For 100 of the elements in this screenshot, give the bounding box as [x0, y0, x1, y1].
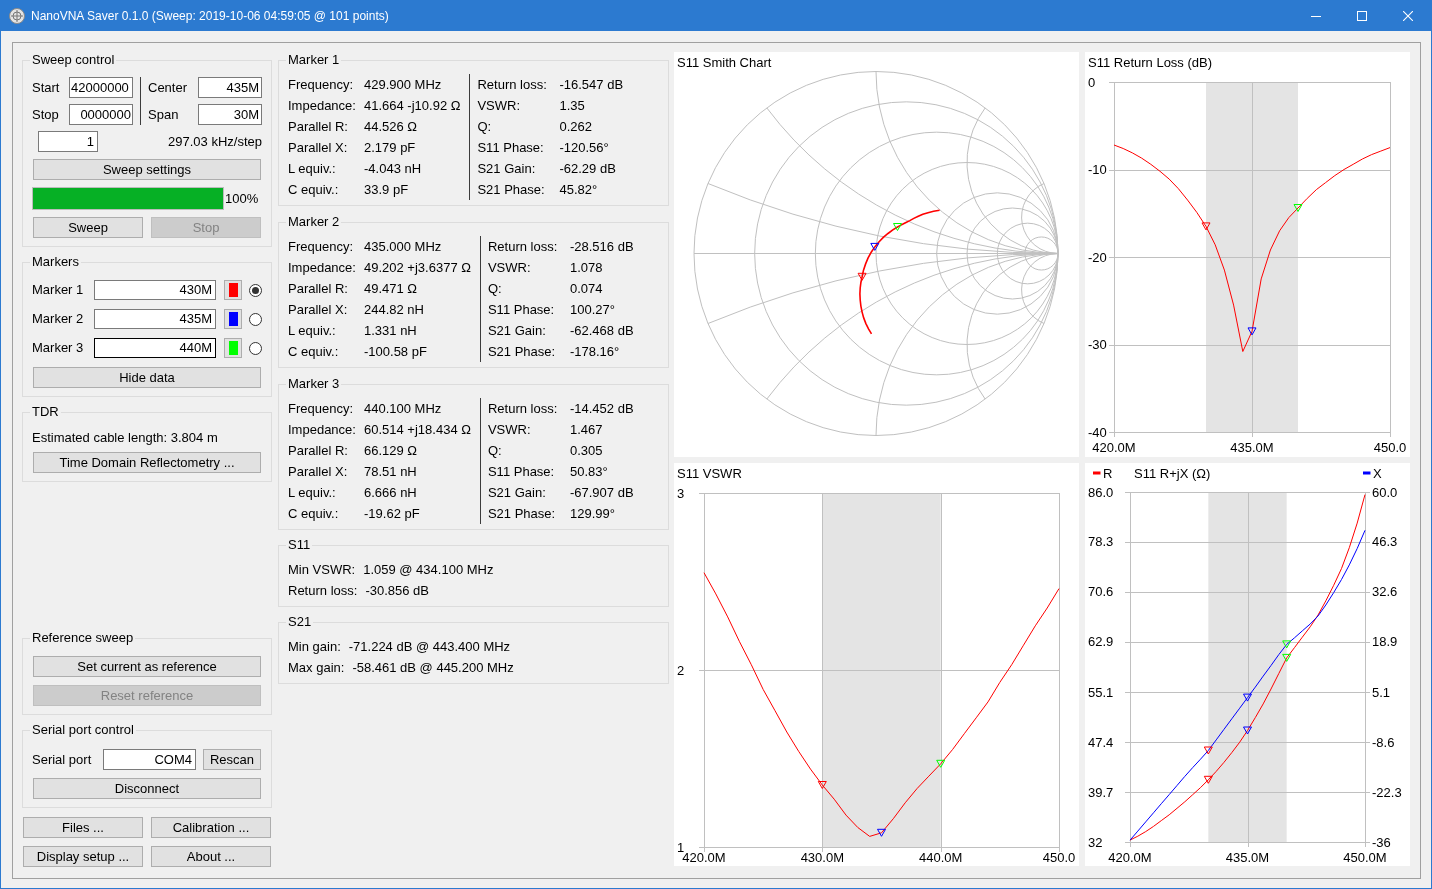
axis-tick-label: 1	[677, 839, 685, 855]
window-title: NanoVNA Saver 0.1.0 (Sweep: 2019-10-06 04:59:05 @ 101 points)	[31, 8, 389, 25]
detail-value: 100.27°	[569, 301, 616, 319]
summary-value: 1.059 @ 434.100 MHz	[363, 561, 494, 579]
center-label: Center	[148, 78, 189, 97]
tdr-button[interactable]: Time Domain Reflectometry ...	[33, 452, 261, 473]
detail-label: C equiv.:	[288, 181, 340, 199]
detail-value: 1.35	[559, 97, 586, 115]
detail-value: 33.9 pF	[364, 181, 410, 199]
axis-tick-label: -36	[1372, 834, 1391, 850]
segments-field[interactable]: 1	[38, 131, 98, 152]
detail-label: C equiv.:	[288, 343, 340, 361]
detail-label: L equiv.:	[288, 322, 337, 340]
detail-label: S21 Gain:	[487, 322, 547, 340]
detail-label: Frequency:	[288, 238, 355, 256]
detail-label: VSWR:	[477, 97, 522, 115]
files-button[interactable]: Files ...	[23, 817, 143, 838]
sweep-settings-button[interactable]: Sweep settings	[33, 159, 261, 180]
sweep-button[interactable]: Sweep	[33, 217, 143, 238]
start-field[interactable]: 42000000	[69, 77, 133, 98]
detail-value: 41.664 -j10.92 Ω	[364, 97, 461, 115]
serial-port-label: Serial port	[32, 750, 93, 769]
detail-label: Parallel R:	[288, 280, 349, 298]
axis-tick-label: 18.9	[1372, 634, 1398, 650]
detail-label: S21 Gain:	[477, 160, 537, 178]
summary-value: -58.461 dB @ 445.200 MHz	[352, 659, 514, 677]
close-icon	[1403, 11, 1413, 21]
detail-value: 1.467	[569, 421, 604, 439]
legend-label: X	[1373, 465, 1382, 481]
hide-data-button[interactable]: Hide data	[33, 367, 261, 388]
detail-label: S11 Phase:	[487, 463, 556, 481]
detail-label: Parallel R:	[288, 442, 349, 460]
detail-value: 440.100 MHz	[364, 400, 443, 418]
summary-label: Return loss:	[288, 582, 358, 600]
axis-tick-label: 0	[1088, 74, 1096, 90]
color-swatch-button[interactable]	[224, 280, 242, 300]
axis-tick-label: 420.0M	[682, 849, 726, 865]
about-button[interactable]: About ...	[151, 846, 271, 867]
group-title: Sweep control	[31, 53, 116, 67]
detail-label: Frequency:	[288, 76, 355, 94]
detail-value: 50.83°	[569, 463, 609, 481]
serial-port-field[interactable]: COM4	[103, 749, 196, 770]
detail-value: -14.452 dB	[569, 400, 634, 418]
chart-title: S11 Smith Chart	[677, 54, 772, 70]
summary-label: Min VSWR:	[288, 561, 356, 579]
detail-label: C equiv.:	[288, 505, 340, 523]
radio-button[interactable]	[249, 283, 262, 297]
detail-value: -67.907 dB	[569, 484, 634, 502]
maximize-icon	[1357, 11, 1367, 21]
color-swatch-button[interactable]	[224, 309, 242, 329]
progress-label: 100%	[225, 189, 259, 208]
summary-value: -71.224 dB @ 443.400 MHz	[348, 638, 511, 656]
center-field[interactable]: 435M	[198, 77, 262, 98]
detail-label: Q:	[487, 280, 503, 298]
detail-label: S21 Phase:	[487, 505, 557, 523]
axis-tick-label: 78.3	[1088, 534, 1114, 550]
radio-button[interactable]	[249, 341, 262, 355]
group-title: Marker 3	[287, 377, 341, 391]
marker-label: Marker 2	[32, 310, 85, 329]
detail-value: 49.471 Ω	[364, 280, 419, 298]
marker-label: Marker 1	[32, 281, 85, 300]
axis-tick-label: -30	[1088, 337, 1107, 352]
group-title: S11	[287, 538, 312, 552]
detail-label: Q:	[487, 442, 503, 460]
detail-value: 44.526 Ω	[364, 118, 419, 136]
detail-value: 0.074	[569, 280, 604, 298]
detail-value: 78.51 nH	[364, 463, 418, 481]
axis-tick-label: 420.0M	[1108, 849, 1152, 865]
detail-label: Return loss:	[477, 76, 548, 94]
marker-frequency-field[interactable]: 430M	[94, 280, 216, 300]
group-title: Serial port control	[31, 723, 135, 737]
display-setup-button[interactable]: Display setup ...	[23, 846, 143, 867]
radio-button[interactable]	[249, 312, 262, 326]
axis-tick-label: -22.3	[1372, 784, 1402, 800]
color-swatch-button[interactable]	[224, 338, 242, 358]
detail-label: S21 Phase:	[487, 343, 557, 361]
axis-tick-label: 440.0M	[919, 849, 963, 865]
chart-title: S11 VSWR	[677, 465, 742, 481]
legend-label: R	[1103, 465, 1113, 481]
stop-label: Stop	[32, 105, 60, 124]
group-title: Marker 1	[287, 53, 341, 67]
group-title: Markers	[31, 255, 80, 269]
rescan-button[interactable]: Rescan	[203, 749, 261, 770]
group-title: Reference sweep	[31, 631, 135, 645]
detail-label: L equiv.:	[288, 160, 337, 178]
detail-value: 244.82 nH	[364, 301, 425, 319]
stop-field[interactable]: 0000000	[69, 104, 133, 125]
marker-frequency-field[interactable]: 435M	[94, 309, 216, 329]
axis-tick-label: 47.4	[1088, 734, 1114, 750]
axis-tick-label: 46.3	[1372, 534, 1398, 550]
set-reference-button[interactable]: Set current as reference	[33, 656, 261, 677]
axis-tick-label: 32.6	[1372, 584, 1398, 600]
disconnect-button[interactable]: Disconnect	[33, 778, 261, 799]
calibration-button[interactable]: Calibration ...	[151, 817, 271, 838]
detail-value: 6.666 nH	[364, 484, 418, 502]
span-label: Span	[148, 105, 180, 124]
span-field[interactable]: 30M	[198, 104, 262, 125]
detail-value: 49.202 +j3.6377 Ω	[364, 259, 471, 277]
detail-label: Impedance:	[288, 97, 357, 115]
marker-frequency-field[interactable]: 440M	[94, 338, 216, 358]
